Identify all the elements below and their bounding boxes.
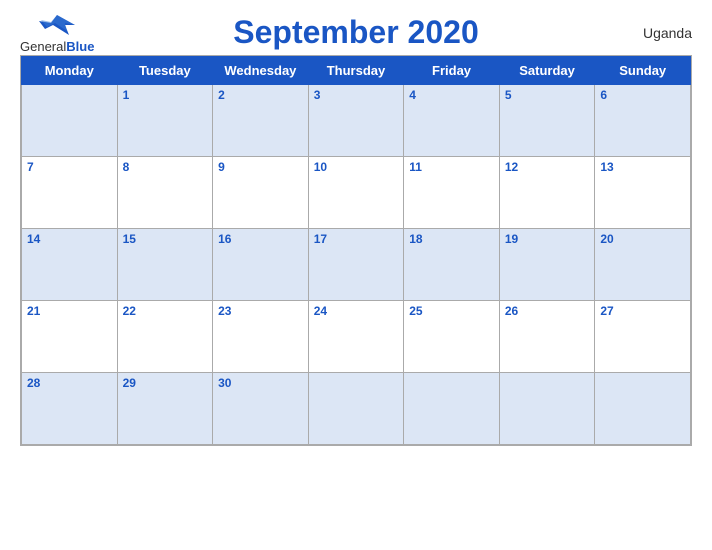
calendar-cell bbox=[308, 373, 404, 445]
date-number: 19 bbox=[505, 232, 590, 246]
date-number: 23 bbox=[218, 304, 303, 318]
calendar-cell: 15 bbox=[117, 229, 213, 301]
date-number: 21 bbox=[27, 304, 112, 318]
calendar-cell: 12 bbox=[499, 157, 595, 229]
calendar-cell: 14 bbox=[22, 229, 118, 301]
date-number: 29 bbox=[123, 376, 208, 390]
calendar-cell: 21 bbox=[22, 301, 118, 373]
calendar-cell: 2 bbox=[213, 85, 309, 157]
calendar-cell: 1 bbox=[117, 85, 213, 157]
logo-icon bbox=[37, 11, 77, 39]
date-number: 25 bbox=[409, 304, 494, 318]
date-number: 26 bbox=[505, 304, 590, 318]
header-sunday: Sunday bbox=[595, 57, 691, 85]
date-number: 5 bbox=[505, 88, 590, 102]
calendar-cell: 5 bbox=[499, 85, 595, 157]
calendar-cell: 20 bbox=[595, 229, 691, 301]
week-row-2: 789 10 11 12 13 bbox=[22, 157, 691, 229]
date-number: 8 bbox=[123, 160, 208, 174]
date-number: 4 bbox=[409, 88, 494, 102]
calendar-cell: 29 bbox=[117, 373, 213, 445]
date-number: 11 bbox=[409, 160, 494, 174]
date-number: 18 bbox=[409, 232, 494, 246]
date-number: 16 bbox=[218, 232, 303, 246]
date-number: 27 bbox=[600, 304, 685, 318]
calendar-cell: 10 bbox=[308, 157, 404, 229]
date-number: 12 bbox=[505, 160, 590, 174]
date-number: 1 bbox=[123, 88, 208, 102]
logo: General Blue bbox=[20, 11, 94, 54]
calendar-cell: 27 bbox=[595, 301, 691, 373]
date-number: 17 bbox=[314, 232, 399, 246]
date-number: 2 bbox=[218, 88, 303, 102]
calendar-cell: 22 bbox=[117, 301, 213, 373]
calendar-cell: 17 bbox=[308, 229, 404, 301]
date-number: 30 bbox=[218, 376, 303, 390]
week-row-5: 28 29 30 bbox=[22, 373, 691, 445]
calendar-cell: 13 bbox=[595, 157, 691, 229]
calendar-cell: 25 bbox=[404, 301, 500, 373]
calendar-cell: 6 bbox=[595, 85, 691, 157]
week-row-3: 14 15 16 17 18 19 20 bbox=[22, 229, 691, 301]
week-row-1: 123456 bbox=[22, 85, 691, 157]
date-number: 7 bbox=[27, 160, 112, 174]
calendar-cell: 11 bbox=[404, 157, 500, 229]
logo-blue-text: Blue bbox=[66, 39, 94, 54]
days-header-row: Monday Tuesday Wednesday Thursday Friday… bbox=[22, 57, 691, 85]
calendar-title: September 2020 bbox=[233, 14, 478, 51]
header-friday: Friday bbox=[404, 57, 500, 85]
calendar-cell: 4 bbox=[404, 85, 500, 157]
calendar-cell: 26 bbox=[499, 301, 595, 373]
calendar-cell bbox=[499, 373, 595, 445]
date-number: 28 bbox=[27, 376, 112, 390]
calendar-cell: 24 bbox=[308, 301, 404, 373]
calendar-header: General Blue September 2020 Uganda bbox=[20, 14, 692, 51]
calendar-cell: 9 bbox=[213, 157, 309, 229]
calendar-cell: 30 bbox=[213, 373, 309, 445]
logo-general-text: General bbox=[20, 39, 66, 54]
calendar-cell: 8 bbox=[117, 157, 213, 229]
date-number: 22 bbox=[123, 304, 208, 318]
calendar-cell: 16 bbox=[213, 229, 309, 301]
date-number: 13 bbox=[600, 160, 685, 174]
date-number: 6 bbox=[600, 88, 685, 102]
header-wednesday: Wednesday bbox=[213, 57, 309, 85]
header-tuesday: Tuesday bbox=[117, 57, 213, 85]
date-number: 20 bbox=[600, 232, 685, 246]
calendar-cell: 19 bbox=[499, 229, 595, 301]
calendar-cell: 28 bbox=[22, 373, 118, 445]
calendar: Monday Tuesday Wednesday Thursday Friday… bbox=[20, 55, 692, 446]
calendar-cell: 3 bbox=[308, 85, 404, 157]
calendar-cell: 23 bbox=[213, 301, 309, 373]
date-number: 15 bbox=[123, 232, 208, 246]
calendar-cell: 7 bbox=[22, 157, 118, 229]
calendar-cell bbox=[22, 85, 118, 157]
header-thursday: Thursday bbox=[308, 57, 404, 85]
date-number: 24 bbox=[314, 304, 399, 318]
header-monday: Monday bbox=[22, 57, 118, 85]
calendar-cell bbox=[404, 373, 500, 445]
date-number: 10 bbox=[314, 160, 399, 174]
date-number: 14 bbox=[27, 232, 112, 246]
header-saturday: Saturday bbox=[499, 57, 595, 85]
week-row-4: 21 22 23 24 25 26 27 bbox=[22, 301, 691, 373]
calendar-cell bbox=[595, 373, 691, 445]
calendar-cell: 18 bbox=[404, 229, 500, 301]
date-number: 3 bbox=[314, 88, 399, 102]
country-label: Uganda bbox=[643, 25, 692, 41]
date-number: 9 bbox=[218, 160, 303, 174]
